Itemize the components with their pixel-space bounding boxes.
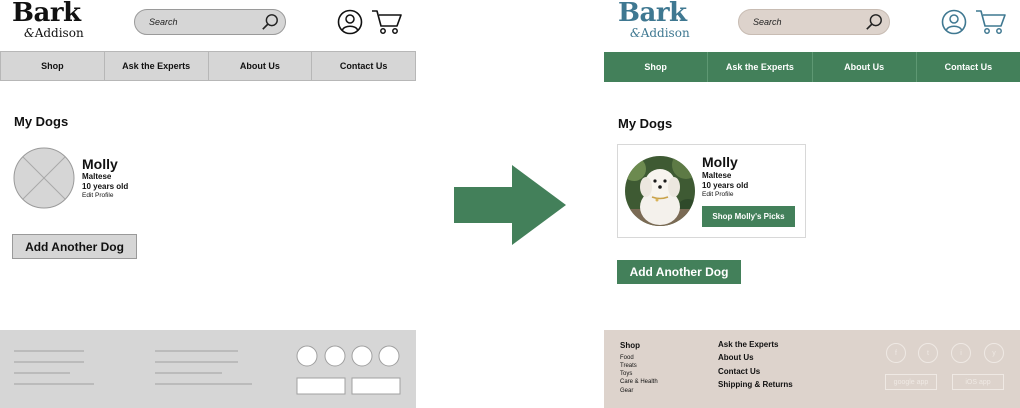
nav-ask-the-experts[interactable]: Ask the Experts [708, 52, 813, 82]
wireframe-panel: Bark &Addison Shop Ask the Experts About… [0, 0, 416, 408]
dog-age: 10 years old [82, 182, 129, 191]
dog-photo-placeholder [13, 147, 75, 209]
footer: Shop Food Treats Toys Care & Health Gear… [604, 330, 1020, 408]
cart-icon[interactable] [371, 8, 403, 36]
add-another-dog-button[interactable]: Add Another Dog [617, 260, 741, 284]
logo-amp: & [24, 26, 35, 40]
account-icon[interactable] [337, 9, 363, 35]
logo-amp: & [630, 26, 641, 40]
right-arrow-icon [454, 165, 566, 245]
footer-link-care-health[interactable]: Care & Health [620, 379, 658, 385]
nav-about-us[interactable]: About Us [209, 52, 313, 80]
logo-main: Bark [12, 0, 81, 28]
nav-ask-the-experts[interactable]: Ask the Experts [105, 52, 209, 80]
dog-name: Molly [82, 156, 118, 172]
nav-shop[interactable]: Shop [604, 52, 709, 82]
search-input[interactable] [753, 10, 863, 34]
main-nav: Shop Ask the Experts About Us Contact Us [604, 52, 1020, 82]
my-dogs-title: My Dogs [618, 116, 673, 131]
facebook-icon[interactable]: f [886, 343, 906, 363]
search-icon[interactable] [261, 13, 279, 31]
footer-link-shipping-returns[interactable]: Shipping & Returns [718, 380, 793, 389]
footer-shop-heading[interactable]: Shop [620, 341, 640, 350]
nav-contact-us[interactable]: Contact Us [917, 52, 1020, 82]
google-app-button[interactable]: google app [885, 374, 937, 390]
search-box [738, 9, 890, 35]
footer-placeholder-lines [14, 345, 401, 395]
search-input[interactable] [149, 10, 259, 34]
search-box [134, 9, 286, 35]
account-icon[interactable] [941, 9, 967, 35]
add-another-dog-button[interactable]: Add Another Dog [12, 234, 137, 259]
ios-app-button[interactable]: iOS app [952, 374, 1004, 390]
footer-link-ask-the-experts[interactable]: Ask the Experts [718, 340, 778, 349]
dog-card: Molly Maltese 10 years old Edit Profile … [617, 144, 806, 238]
footer-link-about-us[interactable]: About Us [718, 353, 754, 362]
dog-photo [625, 156, 695, 226]
footer-wireframe [0, 330, 416, 408]
footer-link-food[interactable]: Food [620, 355, 634, 361]
instagram-icon[interactable]: i [951, 343, 971, 363]
logo-sub: &Addison [630, 26, 690, 40]
my-dogs-title: My Dogs [14, 114, 69, 129]
shop-dog-picks-button[interactable]: Shop Molly's Picks [702, 206, 795, 227]
youtube-icon[interactable]: y [984, 343, 1004, 363]
twitter-icon[interactable]: t [918, 343, 938, 363]
logo[interactable]: Bark &Addison [618, 0, 728, 46]
search-icon[interactable] [865, 13, 883, 31]
cart-icon[interactable] [975, 8, 1007, 36]
footer-link-gear[interactable]: Gear [620, 388, 633, 394]
logo-main: Bark [618, 0, 687, 28]
logo[interactable]: Bark &Addison [12, 0, 122, 46]
footer-link-contact-us[interactable]: Contact Us [718, 367, 760, 376]
dog-age: 10 years old [702, 181, 749, 190]
nav-shop[interactable]: Shop [1, 52, 105, 80]
logo-sub-text: Addison [34, 26, 84, 40]
dog-name: Molly [702, 154, 738, 170]
footer-link-treats[interactable]: Treats [620, 363, 637, 369]
main-nav: Shop Ask the Experts About Us Contact Us [0, 51, 416, 81]
final-design-panel: Bark &Addison Shop Ask the Experts About… [604, 0, 1020, 408]
edit-profile-link[interactable]: Edit Profile [82, 192, 113, 199]
nav-about-us[interactable]: About Us [813, 52, 917, 82]
logo-sub-text: Addison [640, 26, 690, 40]
nav-contact-us[interactable]: Contact Us [312, 52, 415, 80]
footer-link-toys[interactable]: Toys [620, 371, 632, 377]
dog-breed: Maltese [82, 172, 112, 181]
logo-sub: &Addison [24, 26, 84, 40]
dog-breed: Maltese [702, 171, 732, 180]
edit-profile-link[interactable]: Edit Profile [702, 191, 733, 198]
